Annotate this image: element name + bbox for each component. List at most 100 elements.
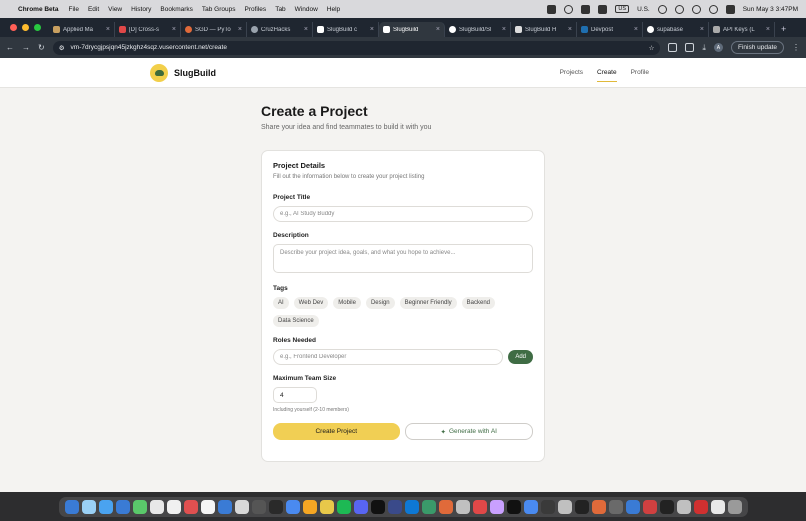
dock-app-icon[interactable] bbox=[540, 499, 555, 514]
browser-tab[interactable]: [D] Cross-s × bbox=[115, 22, 181, 37]
slug-logo-icon[interactable] bbox=[150, 63, 168, 82]
battery-icon[interactable] bbox=[674, 4, 684, 14]
more-menu-icon[interactable]: ⋮ bbox=[792, 43, 800, 52]
generate-with-ai-button[interactable]: ✦ Generate with AI bbox=[404, 423, 533, 440]
dock-app-icon[interactable] bbox=[387, 499, 402, 514]
forward-icon[interactable]: → bbox=[22, 43, 30, 52]
dock-app-icon[interactable] bbox=[217, 499, 232, 514]
dock-app-icon[interactable] bbox=[81, 499, 96, 514]
dock-app-icon[interactable] bbox=[302, 499, 317, 514]
tag-beginner-friendly[interactable]: Beginner Friendly bbox=[399, 297, 457, 309]
dock-app-icon[interactable] bbox=[693, 499, 708, 514]
minimize-window-icon[interactable] bbox=[22, 24, 29, 31]
dock-app-icon[interactable] bbox=[319, 499, 334, 514]
extensions-icon[interactable] bbox=[668, 43, 678, 52]
menu-help[interactable]: Help bbox=[327, 6, 340, 13]
dropbox-icon[interactable] bbox=[581, 4, 591, 14]
nav-create[interactable]: Create bbox=[597, 69, 617, 82]
brand-name[interactable]: SlugBuild bbox=[174, 68, 216, 78]
dock-app-icon[interactable] bbox=[98, 499, 113, 514]
dock-app-icon[interactable] bbox=[166, 499, 181, 514]
back-icon[interactable]: ← bbox=[6, 43, 14, 52]
finish-update-button[interactable]: Finish update bbox=[730, 41, 784, 54]
menu-tab[interactable]: Tab bbox=[275, 6, 285, 13]
close-tab-icon[interactable]: × bbox=[700, 26, 704, 33]
menu-bookmarks[interactable]: Bookmarks bbox=[160, 6, 193, 13]
nav-profile[interactable]: Profile bbox=[631, 69, 649, 76]
browser-tab[interactable]: SGD — PyTo × bbox=[181, 22, 247, 37]
browser-tab-active[interactable]: SlugBuild × bbox=[379, 22, 445, 37]
team-size-input[interactable]: 4 bbox=[273, 387, 317, 403]
dock-app-icon[interactable] bbox=[353, 499, 368, 514]
browser-tab[interactable]: supabase × bbox=[643, 22, 709, 37]
profile-avatar[interactable]: A bbox=[713, 43, 723, 52]
dock-app-icon[interactable] bbox=[132, 499, 147, 514]
dock-app-icon[interactable] bbox=[557, 499, 572, 514]
dock-app-icon[interactable] bbox=[455, 499, 470, 514]
menu-history[interactable]: History bbox=[131, 6, 151, 13]
tag-web-dev[interactable]: Web Dev bbox=[293, 297, 329, 309]
close-tab-icon[interactable]: × bbox=[436, 26, 440, 33]
close-tab-icon[interactable]: × bbox=[634, 26, 638, 33]
close-tab-icon[interactable]: × bbox=[172, 26, 176, 33]
dock-app-icon[interactable] bbox=[472, 499, 487, 514]
menu-window[interactable]: Window bbox=[295, 6, 318, 13]
roles-input[interactable] bbox=[273, 349, 504, 365]
menu-edit[interactable]: Edit bbox=[88, 6, 99, 13]
dock-app-icon[interactable] bbox=[234, 499, 249, 514]
play-icon[interactable] bbox=[657, 4, 667, 14]
close-tab-icon[interactable]: × bbox=[106, 26, 110, 33]
dock-app-icon[interactable] bbox=[336, 499, 351, 514]
dock-app-icon[interactable] bbox=[404, 499, 419, 514]
dock-app-icon[interactable] bbox=[523, 499, 538, 514]
browser-tab[interactable]: CruzHacks × bbox=[247, 22, 313, 37]
close-tab-icon[interactable]: × bbox=[568, 26, 572, 33]
browser-tab[interactable]: SlugBuild H × bbox=[511, 22, 577, 37]
tag-design[interactable]: Design bbox=[365, 297, 395, 309]
notion-icon[interactable] bbox=[547, 4, 557, 14]
dock-app-icon[interactable] bbox=[608, 499, 623, 514]
dock-app-icon[interactable] bbox=[489, 499, 504, 514]
download-icon[interactable]: ⤓ bbox=[702, 43, 706, 53]
tag-backend[interactable]: Backend bbox=[461, 297, 496, 309]
dock-app-icon[interactable] bbox=[591, 499, 606, 514]
menu-profiles[interactable]: Profiles bbox=[245, 6, 267, 13]
dock-app-icon[interactable] bbox=[625, 499, 640, 514]
dock-app-icon[interactable] bbox=[727, 499, 742, 514]
project-title-input[interactable] bbox=[273, 206, 533, 222]
close-tab-icon[interactable]: × bbox=[370, 26, 374, 33]
address-bar[interactable]: ⚙ vm-7drycgjpsjqn45jzkghz4sqz.vuserconte… bbox=[52, 40, 661, 55]
keyboard-icon[interactable] bbox=[598, 4, 608, 14]
new-tab-icon[interactable]: + bbox=[781, 24, 786, 34]
dock-app-icon[interactable] bbox=[200, 499, 215, 514]
nav-projects[interactable]: Projects bbox=[560, 69, 583, 76]
bookmark-star-icon[interactable]: ☆ bbox=[649, 44, 655, 52]
dock-app-icon[interactable] bbox=[506, 499, 521, 514]
dock-app-icon[interactable] bbox=[183, 499, 198, 514]
dock-app-icon[interactable] bbox=[710, 499, 725, 514]
menu-tab-groups[interactable]: Tab Groups bbox=[202, 6, 236, 13]
cloud-icon[interactable] bbox=[564, 4, 574, 14]
dock-app-icon[interactable] bbox=[438, 499, 453, 514]
input-source-icon[interactable]: US bbox=[615, 5, 630, 13]
close-tab-icon[interactable]: × bbox=[238, 26, 242, 33]
reload-icon[interactable]: ↻ bbox=[38, 43, 45, 52]
create-project-button[interactable]: Create Project bbox=[273, 423, 400, 440]
dock-app-icon[interactable] bbox=[421, 499, 436, 514]
search-icon[interactable] bbox=[708, 4, 718, 14]
browser-tab[interactable]: SlugBuild c × bbox=[313, 22, 379, 37]
dock-app-icon[interactable] bbox=[115, 499, 130, 514]
control-center-icon[interactable] bbox=[725, 4, 735, 14]
menubar-app-name[interactable]: Chrome Beta bbox=[18, 6, 58, 13]
url-text[interactable]: vm-7drycgjpsjqn45jzkghz4sqz.vusercontent… bbox=[71, 44, 227, 51]
wifi-icon[interactable] bbox=[691, 4, 701, 14]
close-tab-icon[interactable]: × bbox=[766, 26, 770, 33]
dock-app-icon[interactable] bbox=[268, 499, 283, 514]
dock-app-icon[interactable] bbox=[574, 499, 589, 514]
dock-app-icon[interactable] bbox=[285, 499, 300, 514]
dock-app-icon[interactable] bbox=[251, 499, 266, 514]
dock-app-icon[interactable] bbox=[149, 499, 164, 514]
close-tab-icon[interactable]: × bbox=[502, 26, 506, 33]
dock-app-icon[interactable] bbox=[370, 499, 385, 514]
dock-app-icon[interactable] bbox=[676, 499, 691, 514]
